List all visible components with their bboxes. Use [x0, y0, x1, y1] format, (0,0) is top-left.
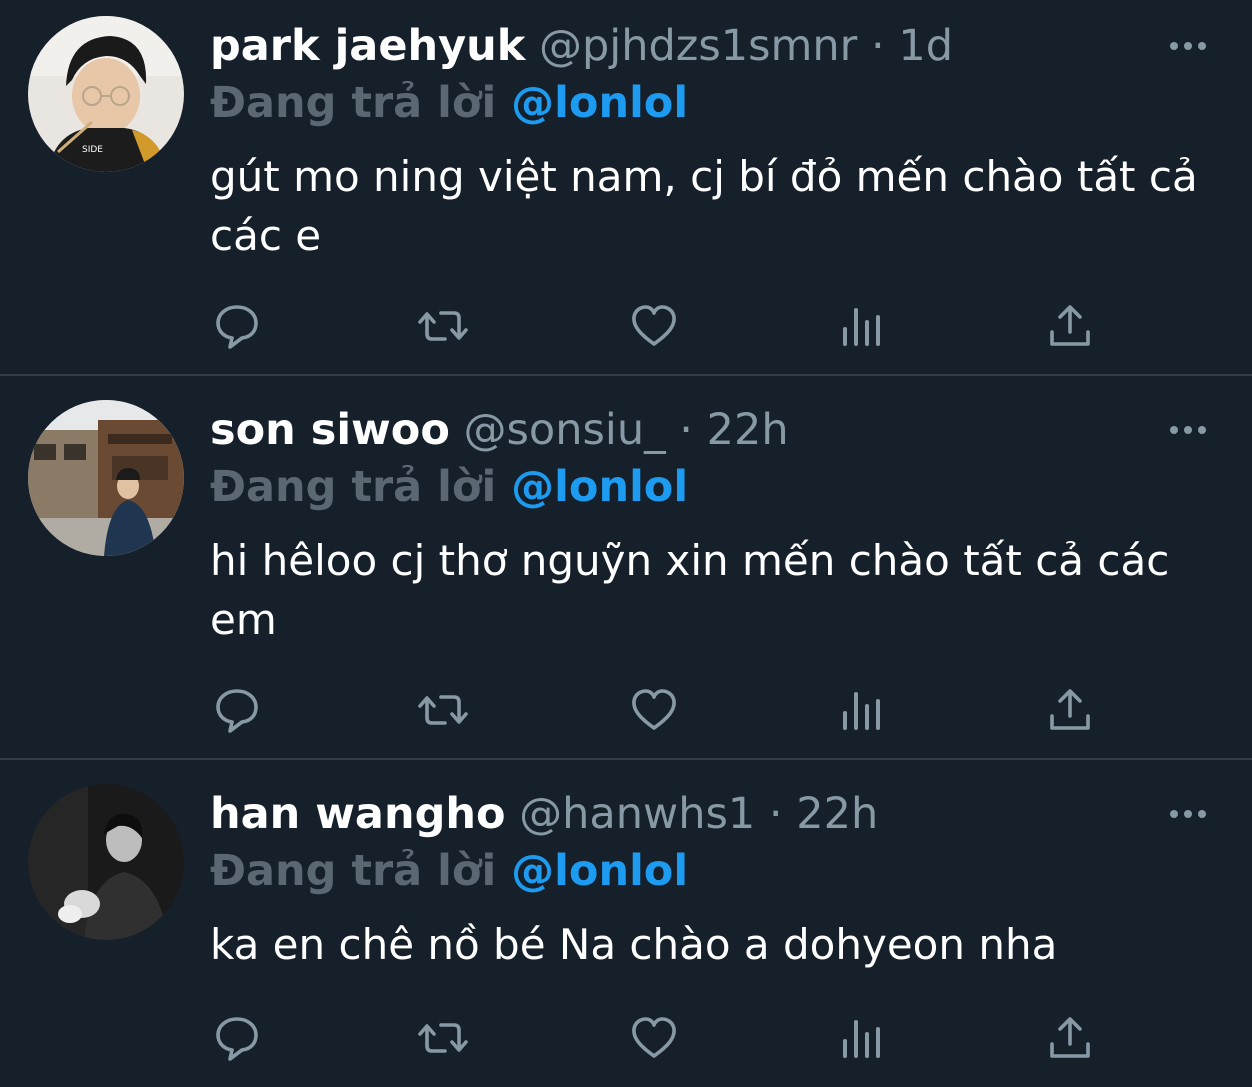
reply-label: Đang trả lời [210, 462, 497, 512]
analytics-icon [843, 692, 880, 730]
share-button[interactable] [1042, 682, 1098, 738]
tweet[interactable]: son siwoo @sonsiu_ · 22h Đang trả lời @l… [0, 376, 1252, 760]
reply-label: Đang trả lời [210, 78, 497, 128]
share-button[interactable] [1042, 1010, 1098, 1066]
analytics-icon [843, 308, 880, 346]
like-button[interactable] [626, 298, 682, 354]
tweet-header: son siwoo @sonsiu_ · 22h [210, 404, 789, 456]
retweet-icon [418, 1023, 468, 1053]
user-handle[interactable]: @sonsiu_ [464, 405, 666, 455]
retweet-button[interactable] [415, 1010, 471, 1066]
retweet-button[interactable] [415, 298, 471, 354]
tweet-text: hi hêloo cj thơ nguỹn xin mến chào tất c… [210, 536, 1170, 644]
reply-label: Đang trả lời [210, 846, 497, 896]
share-icon [1050, 305, 1090, 346]
replying-to: Đang trả lời @lonlol [210, 461, 688, 513]
tweet-header: han wangho @hanwhs1 · 22h [210, 788, 878, 840]
timestamp[interactable]: 22h [707, 405, 789, 455]
reply-button[interactable] [209, 682, 265, 738]
avatar[interactable]: SIDE [28, 16, 184, 172]
heart-icon [632, 1017, 676, 1058]
retweet-icon [418, 311, 468, 341]
separator: · [768, 789, 783, 839]
analytics-button[interactable] [833, 682, 889, 738]
tweet-header: park jaehyuk @pjhdzs1smnr · 1d [210, 20, 953, 72]
tweet-actions [0, 298, 1252, 354]
svg-text:SIDE: SIDE [82, 145, 103, 155]
tweet-actions [0, 682, 1252, 738]
heart-icon [632, 689, 676, 730]
like-button[interactable] [626, 1010, 682, 1066]
retweet-icon [418, 695, 468, 725]
replying-to: Đang trả lời @lonlol [210, 845, 688, 897]
user-handle[interactable]: @hanwhs1 [519, 789, 755, 839]
tweet-text: gút mo ning việt nam, cj bí đỏ mến chào … [210, 152, 1198, 260]
analytics-button[interactable] [833, 298, 889, 354]
share-button[interactable] [1042, 298, 1098, 354]
mention-link[interactable]: @lonlol [511, 78, 688, 128]
timestamp[interactable]: 1d [898, 21, 953, 71]
more-icon[interactable] [1166, 36, 1210, 56]
reply-icon [216, 689, 258, 733]
timestamp[interactable]: 22h [796, 789, 878, 839]
display-name[interactable]: han wangho [210, 789, 506, 839]
heart-icon [632, 305, 676, 346]
avatar[interactable] [28, 400, 184, 556]
more-icon[interactable] [1166, 804, 1210, 824]
tweet[interactable]: han wangho @hanwhs1 · 22h Đang trả lời @… [0, 760, 1252, 1087]
reply-icon [216, 305, 258, 349]
display-name[interactable]: son siwoo [210, 405, 450, 455]
analytics-icon [843, 1020, 880, 1058]
like-button[interactable] [626, 682, 682, 738]
display-name[interactable]: park jaehyuk [210, 21, 525, 71]
mention-link[interactable]: @lonlol [511, 846, 688, 896]
analytics-button[interactable] [833, 1010, 889, 1066]
tweet-actions [0, 1010, 1252, 1066]
tweet[interactable]: SIDE park jaehyuk @pjhdzs1smnr · 1d Đang… [0, 0, 1252, 376]
separator: · [871, 21, 885, 71]
user-handle[interactable]: @pjhdzs1smnr [539, 21, 857, 71]
separator: · [679, 405, 693, 455]
tweet-text: ka en chê nồ bé Na chào a dohyeon nha [210, 920, 1058, 969]
reply-button[interactable] [209, 1010, 265, 1066]
retweet-button[interactable] [415, 682, 471, 738]
share-icon [1050, 1017, 1090, 1058]
more-icon[interactable] [1166, 420, 1210, 440]
reply-button[interactable] [209, 298, 265, 354]
reply-icon [216, 1017, 258, 1061]
avatar[interactable] [28, 784, 184, 940]
mention-link[interactable]: @lonlol [511, 462, 688, 512]
share-icon [1050, 689, 1090, 730]
replying-to: Đang trả lời @lonlol [210, 77, 688, 129]
